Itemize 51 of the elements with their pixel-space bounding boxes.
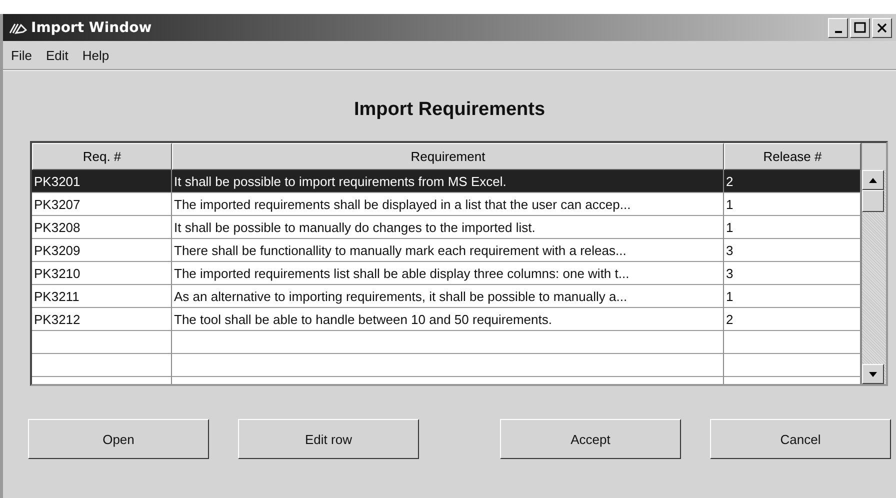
app-icon (9, 22, 27, 34)
minimize-icon (834, 30, 842, 32)
table-cell[interactable]: 1 (724, 193, 861, 216)
table-cell[interactable]: PK3212 (32, 308, 172, 331)
column-header[interactable]: Requirement (172, 143, 724, 170)
table-cell[interactable]: The imported requirements shall be displayed in a list that the user can accep... (172, 193, 724, 216)
scroll-corner (862, 143, 886, 170)
table-cell[interactable]: 2 (724, 308, 861, 331)
scroll-thumb[interactable] (862, 190, 884, 212)
menu-item[interactable]: Edit (46, 48, 68, 62)
table-cell[interactable]: The tool shall be able to handle between 10 and 50 requirements. (172, 308, 724, 331)
table-cell[interactable]: 1 (724, 285, 861, 308)
table-cell[interactable]: 1 (724, 216, 861, 239)
table-cell[interactable]: PK3210 (32, 262, 172, 285)
table-cell[interactable]: It shall be possible to manually do changes to the imported list. (172, 216, 724, 239)
scroll-up-button[interactable] (862, 170, 884, 190)
action-button[interactable]: Edit row (238, 419, 419, 459)
close-icon (877, 22, 887, 32)
maximize-button[interactable] (850, 18, 870, 38)
table-cell[interactable]: It shall be possible to import requirements from MS Excel. (172, 170, 724, 193)
menu-item[interactable]: File (11, 48, 32, 62)
empty-cell[interactable] (172, 354, 724, 377)
table-cell[interactable]: PK3211 (32, 285, 172, 308)
up-arrow-icon (869, 178, 877, 182)
column-header[interactable]: Req. # (32, 143, 172, 170)
table-cell[interactable]: As an alternative to importing requirements, it shall be possible to manually a... (172, 285, 724, 308)
empty-cell[interactable] (172, 331, 724, 354)
empty-cell[interactable] (32, 331, 172, 354)
minimize-button[interactable] (828, 18, 848, 38)
action-button[interactable]: Open (28, 419, 209, 459)
maximize-icon (854, 22, 866, 33)
scroll-down-button[interactable] (862, 364, 884, 384)
column-header[interactable]: Release # (724, 143, 861, 170)
table-cell[interactable]: PK3209 (32, 239, 172, 262)
table-cell[interactable]: PK3208 (32, 216, 172, 239)
menu-item[interactable]: Help (82, 48, 110, 62)
empty-cell[interactable] (32, 354, 172, 377)
table-cell[interactable]: There shall be functionallity to manually mark each requirement with a releas... (172, 239, 724, 262)
close-button[interactable] (872, 18, 892, 38)
heading: Import Requirements (354, 99, 546, 121)
down-arrow-icon (869, 372, 877, 376)
action-button[interactable]: Cancel (710, 419, 891, 459)
action-button[interactable]: Accept (500, 419, 681, 459)
table-cell[interactable]: 3 (724, 239, 861, 262)
scroll-bar[interactable] (861, 143, 886, 384)
table-cell[interactable]: The imported requirements list shall be able display three columns: one with t... (172, 262, 724, 285)
table-cell[interactable]: PK3201 (32, 170, 172, 193)
table-cell[interactable]: 3 (724, 262, 861, 285)
table-cell[interactable]: PK3207 (32, 193, 172, 216)
table-cell[interactable]: 2 (724, 170, 861, 193)
window-title: Import Window (31, 20, 152, 36)
